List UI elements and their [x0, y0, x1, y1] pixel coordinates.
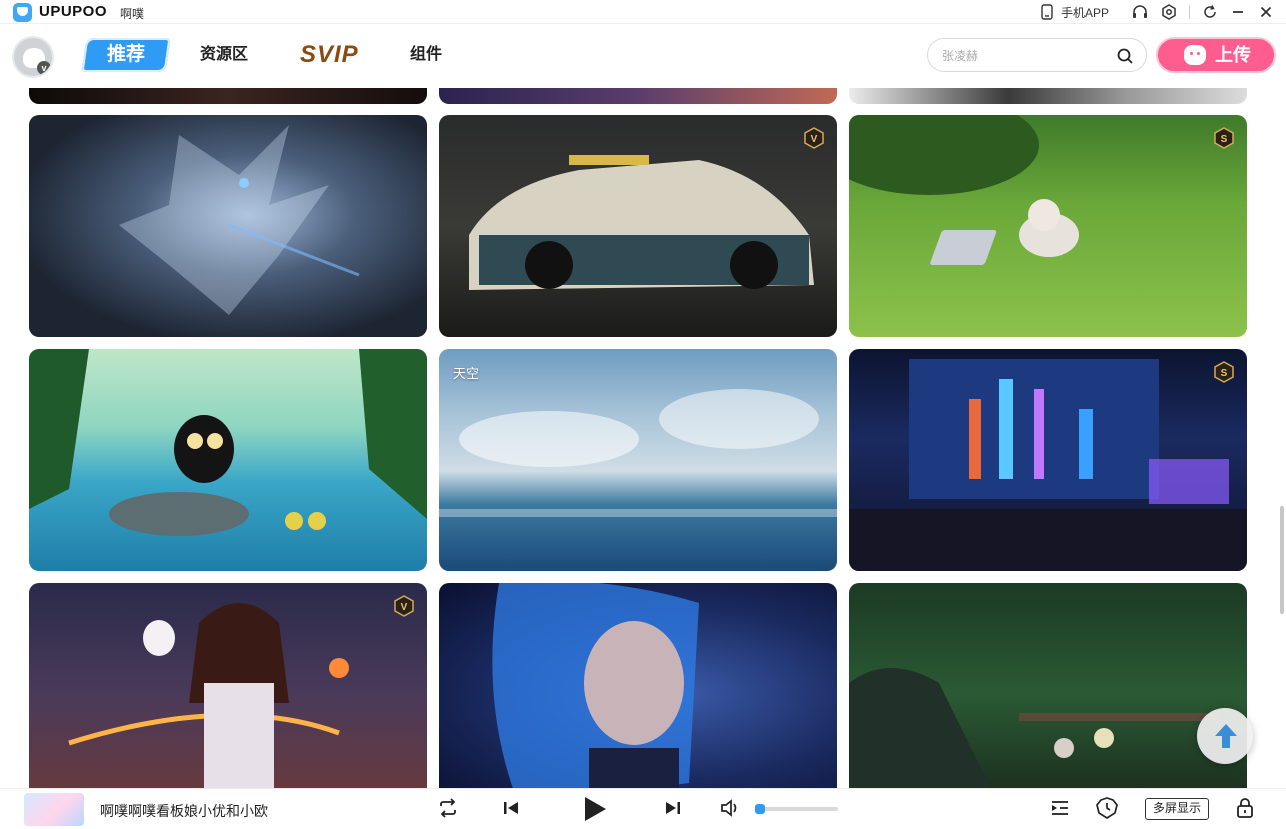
card-badge-text: S	[1221, 368, 1228, 379]
search-icon[interactable]	[1116, 47, 1134, 65]
repeat-icon[interactable]	[437, 797, 459, 819]
brand-name: UPUPOO	[39, 3, 108, 20]
arrow-up-icon	[1215, 724, 1237, 748]
card-badge-text: S	[1221, 134, 1228, 145]
minimize-button[interactable]	[1224, 0, 1252, 24]
wallpaper-card[interactable]: V	[439, 115, 837, 337]
upload-label: 上传	[1215, 45, 1251, 65]
wallpaper-art	[469, 155, 814, 290]
wallpaper-art	[849, 115, 1079, 265]
wallpaper-card[interactable]: V	[29, 583, 427, 788]
wallpaper-card[interactable]: 天空	[439, 349, 837, 571]
wallpaper-art	[29, 349, 427, 536]
lock-icon[interactable]	[1235, 797, 1255, 819]
close-icon	[1260, 6, 1272, 18]
wallpaper-card[interactable]: S	[849, 115, 1247, 337]
wallpaper-art	[849, 668, 1219, 788]
vip-badge-icon: v	[37, 61, 51, 75]
vip-v-badge-icon: V	[394, 595, 414, 617]
tab-svip[interactable]: SVIP	[300, 38, 359, 72]
wallpaper-card[interactable]	[29, 115, 427, 337]
vip-v-badge-icon: V	[804, 127, 824, 149]
support-button[interactable]	[1125, 0, 1155, 24]
tab-recommend[interactable]: 推荐	[81, 38, 171, 72]
close-button[interactable]	[1252, 0, 1286, 24]
wallpaper-card[interactable]	[439, 583, 837, 788]
mobile-app-label: 手机APP	[1060, 5, 1109, 20]
multi-screen-button[interactable]: 多屏显示	[1145, 798, 1209, 820]
settings-button[interactable]	[1155, 0, 1183, 24]
wallpaper-grid: V S 天空 S V	[0, 88, 1286, 788]
wallpaper-card[interactable]	[849, 583, 1247, 788]
wallpaper-card[interactable]	[29, 349, 427, 571]
app-title: 啊噗	[120, 7, 145, 21]
title-bar: UPUPOO 啊噗 手机APP	[0, 0, 1286, 24]
search-box	[927, 38, 1147, 72]
user-avatar[interactable]: v	[12, 36, 54, 78]
card-caption: 天空	[453, 366, 480, 381]
tab-widgets[interactable]: 组件	[410, 38, 442, 72]
wallpaper-card[interactable]	[849, 88, 1247, 104]
wallpaper-art	[492, 583, 699, 788]
next-track-icon[interactable]	[662, 797, 684, 819]
player-bar: 啊噗啊噗看板娘小优和小欧 多屏显示	[0, 788, 1286, 829]
volume-icon[interactable]	[719, 797, 741, 819]
svip-s-badge-icon: S	[1214, 361, 1234, 383]
back-to-top-button[interactable]	[1197, 708, 1253, 764]
wallpaper-card[interactable]	[439, 88, 837, 104]
search-input[interactable]	[942, 47, 1112, 65]
volume-knob[interactable]	[754, 804, 765, 814]
upload-button[interactable]: 上传	[1156, 37, 1276, 73]
play-icon[interactable]	[579, 794, 609, 824]
wallpaper-art	[849, 359, 1247, 571]
playlist-icon[interactable]	[1049, 797, 1071, 819]
card-badge-text: V	[401, 602, 408, 613]
headset-icon	[1133, 5, 1147, 18]
refresh-icon	[1204, 5, 1216, 18]
track-thumbnail[interactable]	[24, 793, 84, 826]
timer-icon[interactable]	[1095, 797, 1119, 819]
minimize-icon	[1233, 11, 1243, 13]
phone-icon	[1041, 4, 1053, 20]
upupoo-logo-icon	[13, 3, 32, 22]
wallpaper-art	[119, 125, 360, 315]
mobile-app-button[interactable]: 手机APP	[1034, 0, 1115, 24]
gear-icon	[1162, 4, 1176, 20]
svip-s-badge-icon: S	[1214, 127, 1234, 149]
scrollbar[interactable]	[1280, 506, 1284, 614]
wallpaper-card[interactable]	[29, 88, 427, 104]
title-bar-divider	[1189, 5, 1190, 19]
title-bar-controls: 手机APP	[1034, 0, 1286, 24]
previous-track-icon[interactable]	[500, 797, 522, 819]
wallpaper-art	[68, 603, 349, 788]
app-window: UPUPOO 啊噗 手机APP v 推荐 资源区 SVIP 组件 张凌赫 上传 …	[0, 0, 1286, 829]
tab-recommend-label: 推荐	[106, 44, 145, 65]
track-title: 啊噗啊噗看板娘小优和小欧	[100, 803, 268, 819]
volume-slider[interactable]	[754, 804, 838, 814]
wallpaper-art	[439, 389, 837, 517]
tab-resources[interactable]: 资源区	[200, 38, 248, 72]
wallpaper-card[interactable]: S	[849, 349, 1247, 571]
nav-bar: v 推荐 资源区 SVIP 组件 上传	[0, 24, 1286, 88]
card-badge-text: V	[811, 134, 818, 145]
refresh-button[interactable]	[1196, 0, 1224, 24]
bunny-icon	[1184, 45, 1206, 65]
